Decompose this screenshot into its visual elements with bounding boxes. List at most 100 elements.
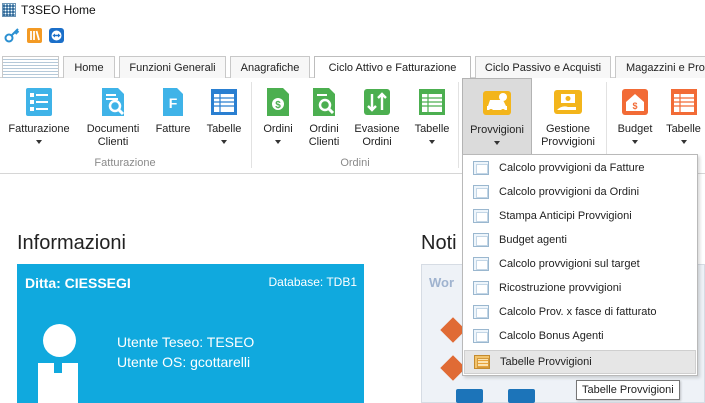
teamviewer-icon[interactable] (48, 27, 65, 44)
database-name: Database: TDB1 (268, 275, 358, 289)
button-label: Tabelle (666, 123, 701, 135)
menu-item-stampa-anticipi[interactable]: Stampa Anticipi Provvigioni (464, 204, 696, 228)
user-avatar-icon (38, 324, 78, 403)
user-info: Utente Teseo: TESEO Utente OS: gcottarel… (117, 332, 254, 372)
tab-label: Home (74, 61, 104, 74)
menu-item-ricostruzione[interactable]: Ricostruzione provvigioni (464, 276, 696, 300)
button-label: Provvigioni (470, 124, 524, 136)
group-label-ordini: Ordini (340, 157, 370, 169)
budget-house-icon: $ (619, 86, 651, 118)
menu-item-tabelle-provvigioni[interactable]: Tabelle Provvigioni (464, 350, 696, 374)
provvigioni-button[interactable]: Provvigioni (462, 78, 532, 156)
button-label: Ordini (263, 123, 293, 135)
library-icon[interactable] (26, 27, 43, 44)
menu-item-calcolo-fasce[interactable]: Calcolo Prov. x fasce di fatturato (464, 300, 696, 324)
title-bar: T3SEO Home (0, 0, 705, 20)
order-fulfillment-icon (361, 86, 393, 118)
evasione-ordini-button[interactable]: Evasione Ordini (352, 78, 402, 156)
invoice-icon: F (157, 86, 189, 118)
provvigioni-dropdown-menu: Calcolo provvigioni da Fatture Calcolo p… (462, 154, 698, 376)
tab-label: Funzioni Generali (129, 61, 216, 74)
tab-ciclo-attivo[interactable]: Ciclo Attivo e Fatturazione (314, 56, 471, 79)
app-logo-icon (2, 3, 16, 17)
order-search-icon (308, 86, 340, 118)
menu-item-calcolo-target[interactable]: Calcolo provvigioni sul target (464, 252, 696, 276)
gestione-provvigioni-button[interactable]: Gestione Provvigioni (536, 78, 600, 156)
section-title-informazioni: Informazioni (17, 232, 126, 254)
quick-access-toolbar (0, 24, 65, 46)
tab-ciclo-passivo[interactable]: Ciclo Passivo e Acquisti (475, 56, 611, 78)
window-title: T3SEO Home (21, 3, 96, 17)
key-icon[interactable] (4, 27, 21, 44)
window-icon (473, 209, 489, 223)
commission-hand-icon (552, 86, 584, 118)
chevron-down-icon (221, 140, 227, 144)
menu-item-calcolo-ordini[interactable]: Calcolo provvigioni da Ordini (464, 180, 696, 204)
svg-text:$: $ (275, 100, 281, 111)
button-label: Fatture (155, 123, 191, 135)
svg-text:F: F (169, 95, 178, 111)
workflow-step-shape (456, 389, 483, 403)
menu-item-calcolo-bonus[interactable]: Calcolo Bonus Agenti (464, 324, 696, 348)
fatture-button[interactable]: F Fatture (150, 78, 196, 156)
tab-funzioni-generali[interactable]: Funzioni Generali (119, 56, 226, 78)
window-icon (473, 329, 489, 343)
table-icon (474, 355, 490, 369)
commission-car-icon (481, 87, 513, 119)
company-name: Ditta: CIESSEGI (25, 275, 131, 291)
chevron-down-icon (275, 140, 281, 144)
window-icon (473, 185, 489, 199)
chevron-down-icon (36, 140, 42, 144)
ribbon-tabs: Home Funzioni Generali Anagrafiche Ciclo… (0, 56, 705, 79)
ordini-clienti-button[interactable]: Ordini Clienti (302, 78, 346, 156)
group-separator (251, 82, 252, 168)
tab-label: Anagrafiche (240, 61, 300, 74)
tab-label: Ciclo Passivo e Acquisti (484, 61, 602, 74)
chevron-down-icon (632, 140, 638, 144)
tab-home[interactable]: Home (63, 56, 115, 78)
button-label: Budget (617, 123, 653, 135)
tab-magazzini[interactable]: Magazzini e Pro (615, 56, 705, 78)
budget-button[interactable]: $ Budget (612, 78, 658, 156)
menu-item-budget-agenti[interactable]: Budget agenti (464, 228, 696, 252)
button-label: Documenti Clienti (86, 123, 140, 148)
window-icon (473, 305, 489, 319)
user-os: Utente OS: gcottarelli (117, 354, 251, 370)
group-label-fatturazione: Fatturazione (94, 157, 156, 169)
chevron-down-icon (494, 141, 500, 145)
table-icon (208, 86, 240, 118)
window-icon (473, 281, 489, 295)
tooltip: Tabelle Provvigioni (576, 380, 680, 400)
chevron-down-icon (680, 140, 687, 144)
button-label: Fatturazione (8, 123, 70, 135)
svg-text:$: $ (632, 101, 637, 111)
tab-app-logo[interactable] (2, 56, 59, 78)
workflow-step-shape (508, 389, 535, 403)
chevron-down-icon (429, 140, 435, 144)
tabelle-ordini-button[interactable]: Tabelle (410, 78, 454, 156)
table-icon (668, 86, 700, 118)
order-money-icon: $ (262, 86, 294, 118)
tabelle-fatturazione-button[interactable]: Tabelle (202, 78, 246, 156)
window-icon (473, 257, 489, 271)
button-label: Tabelle (206, 123, 242, 135)
menu-item-calcolo-fatture[interactable]: Calcolo provvigioni da Fatture (464, 156, 696, 180)
company-info-card: Ditta: CIESSEGI Database: TDB1 Utente Te… (17, 264, 364, 403)
workflow-title: Wor (429, 275, 455, 290)
tab-anagrafiche[interactable]: Anagrafiche (230, 56, 310, 78)
group-separator (458, 82, 459, 168)
document-search-icon (97, 86, 129, 118)
button-label: Ordini Clienti (308, 123, 340, 148)
window-icon (473, 233, 489, 247)
section-title-notizie: Noti (421, 232, 457, 254)
documenti-clienti-button[interactable]: Documenti Clienti (80, 78, 146, 156)
user-teseo: Utente Teseo: TESEO (117, 334, 255, 350)
tabelle-budget-button[interactable]: Tabelle (662, 78, 705, 156)
tab-label: Ciclo Attivo e Fatturazione (328, 62, 457, 74)
button-label: Evasione Ordini (354, 123, 400, 148)
fatturazione-button[interactable]: Fatturazione (4, 78, 74, 156)
window-icon (473, 161, 489, 175)
ordini-button[interactable]: $ Ordini (256, 78, 300, 156)
button-label: Tabelle (414, 123, 450, 135)
table-icon (416, 86, 448, 118)
